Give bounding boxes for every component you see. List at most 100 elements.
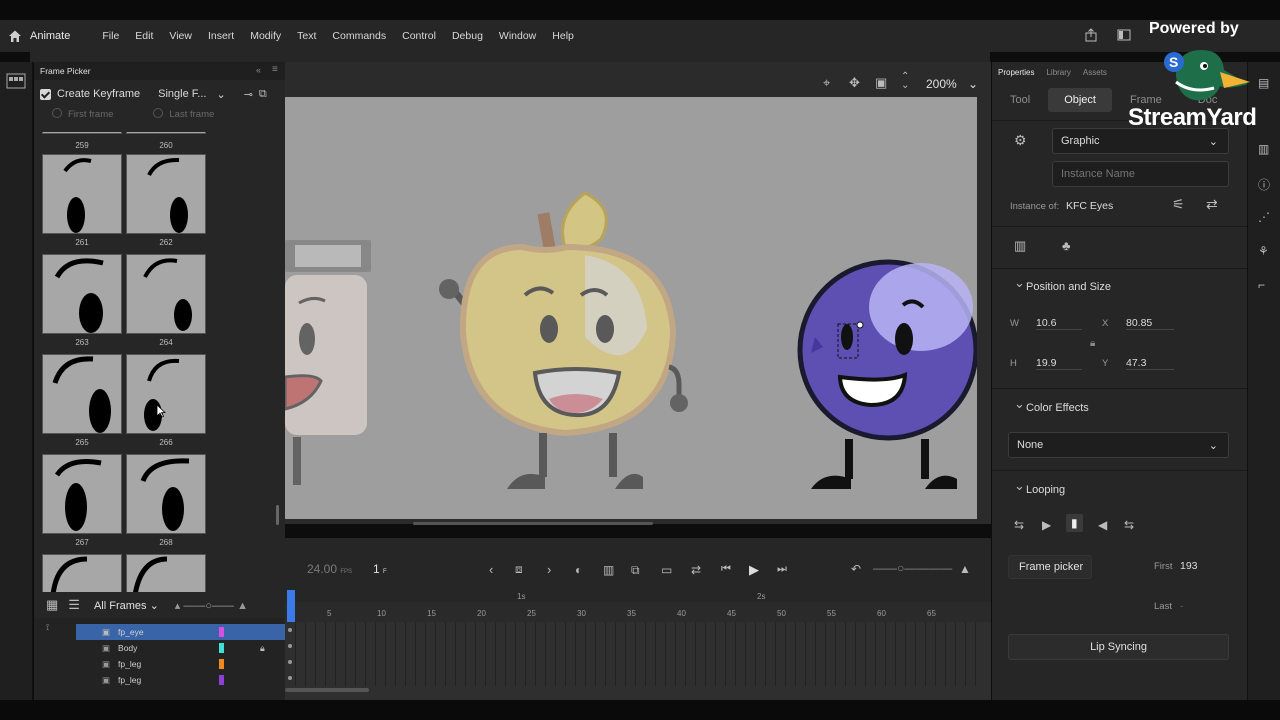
frame-thumbnail[interactable]	[126, 354, 206, 434]
panel-menu-icon[interactable]: ≡	[272, 64, 278, 75]
menu-control[interactable]: Control	[394, 30, 444, 42]
menu-text[interactable]: Text	[289, 30, 324, 42]
pin-icon[interactable]: ⊸	[244, 88, 253, 101]
mode-select[interactable]: Single F... ⌄	[158, 88, 226, 101]
color-effect-select[interactable]: None ⌄	[1008, 432, 1229, 458]
play-icon[interactable]: ▶	[749, 562, 759, 578]
frame-thumbnail[interactable]	[126, 154, 206, 234]
menu-modify[interactable]: Modify	[242, 30, 289, 42]
menu-window[interactable]: Window	[491, 30, 544, 42]
width-field[interactable]: 10.6	[1036, 317, 1082, 330]
layer-row[interactable]: ▣ fp_eye	[76, 624, 286, 640]
create-tween-icon[interactable]: ⧉	[631, 563, 640, 578]
timeline-tracks[interactable]	[285, 622, 991, 700]
x-field[interactable]: 80.85	[1126, 317, 1174, 330]
curve-editor-icon[interactable]: ⌐	[1258, 278, 1265, 292]
center-stage-icon[interactable]: ⌖	[823, 75, 830, 91]
stage-horizontal-scrollbar[interactable]	[413, 522, 653, 525]
layer-row[interactable]: ▣ fp_leg	[76, 672, 286, 688]
frame-picker-button[interactable]: Frame picker	[1008, 555, 1092, 579]
loop-icon[interactable]: ⇄	[691, 563, 701, 577]
home-icon[interactable]	[0, 29, 30, 43]
stage-canvas[interactable]	[283, 97, 979, 519]
frame-thumbnail[interactable]	[42, 554, 122, 592]
share-icon[interactable]	[1084, 28, 1098, 45]
layer-row[interactable]: ▣ Body 🔒︎	[76, 640, 286, 656]
list-view-icon[interactable]: ☰	[68, 597, 80, 613]
last-frame-field[interactable]: -	[1180, 601, 1183, 612]
frame-picker-panel-icon[interactable]	[6, 72, 26, 93]
lock-icon[interactable]: 🔒︎	[1090, 338, 1095, 349]
tab-library[interactable]: Library	[1046, 68, 1070, 77]
play-once-icon[interactable]: ▶︎	[1042, 518, 1051, 532]
frame-thumbnail[interactable]	[126, 454, 206, 534]
camera-icon[interactable]: ✥	[849, 75, 860, 91]
current-frame-display[interactable]: 1 F	[373, 562, 387, 576]
lock-icon[interactable]: 🔒︎	[260, 643, 265, 654]
create-keyframe-checkbox[interactable]	[40, 88, 51, 100]
collapse-icon[interactable]: «	[256, 65, 261, 75]
frame-thumbnail[interactable]	[126, 132, 206, 134]
copy-icon[interactable]: ⧉	[259, 88, 267, 101]
reverse-once-icon[interactable]: ◀︎	[1098, 518, 1107, 532]
looping-title[interactable]: Looping	[1014, 478, 1065, 496]
swap-icon[interactable]: ⇄	[1206, 196, 1218, 213]
step-forward-icon[interactable]: ⏭	[777, 563, 787, 576]
menu-edit[interactable]: Edit	[127, 30, 161, 42]
color-effects-title[interactable]: Color Effects	[1014, 396, 1089, 414]
layer-row[interactable]: ▣ fp_leg	[76, 656, 286, 672]
frame-thumbnail[interactable]	[42, 354, 122, 434]
insert-keyframe-icon[interactable]: ⧈	[515, 562, 523, 577]
frame-thumbnail[interactable]	[42, 154, 122, 234]
undo-icon[interactable]: ↶	[851, 562, 861, 576]
settings-sliders-icon[interactable]: ⚟	[1172, 196, 1185, 213]
chevron-left-icon[interactable]: ‹	[489, 562, 493, 577]
timeline-zoom-slider[interactable]: ——○————	[873, 561, 952, 575]
layer-color-swatch[interactable]	[219, 643, 224, 653]
frame-icon[interactable]: ▭	[661, 563, 672, 577]
loop-reverse-icon[interactable]: ⇆	[1124, 518, 1134, 532]
scrollbar[interactable]	[276, 505, 279, 525]
layer-color-swatch[interactable]	[219, 675, 224, 685]
y-field[interactable]: 47.3	[1126, 357, 1174, 370]
align-icon[interactable]: ▥	[1014, 238, 1026, 254]
tab-tool[interactable]: Tool	[992, 94, 1048, 106]
menu-commands[interactable]: Commands	[324, 30, 394, 42]
menu-file[interactable]: File	[94, 30, 127, 42]
info-icon[interactable]: ⓘ	[1258, 176, 1270, 193]
playhead[interactable]	[287, 590, 295, 622]
motion-presets-icon[interactable]: ⋰	[1258, 210, 1270, 224]
position-size-title[interactable]: Position and Size	[1014, 275, 1111, 293]
single-frame-icon[interactable]: ▮	[1066, 514, 1083, 532]
frame-thumbnail[interactable]	[42, 454, 122, 534]
menu-debug[interactable]: Debug	[444, 30, 491, 42]
stepper-icon[interactable]: ⌃ ⌄	[901, 72, 909, 91]
collapse-timeline-icon[interactable]: ▲	[959, 562, 971, 576]
clip-icon[interactable]: ▣	[875, 75, 887, 91]
instance-name-input[interactable]	[1052, 161, 1229, 187]
tab-object[interactable]: Object	[1048, 88, 1112, 112]
components-icon[interactable]: ⚘	[1258, 244, 1269, 258]
frame-thumbnail[interactable]	[126, 554, 206, 592]
frame-thumbnail[interactable]	[42, 132, 122, 134]
zoom-select[interactable]: 200% ⌄	[926, 77, 978, 91]
tab-properties[interactable]: Properties	[998, 68, 1034, 77]
frame-thumbnail[interactable]	[42, 254, 122, 334]
height-field[interactable]: 19.9	[1036, 357, 1082, 370]
first-frame-field[interactable]: 193	[1180, 560, 1198, 572]
layer-color-swatch[interactable]	[219, 659, 224, 669]
tab-assets[interactable]: Assets	[1083, 68, 1107, 77]
edit-multiple-frames-icon[interactable]: ▥	[603, 563, 614, 577]
effects-icon[interactable]: ♣	[1062, 238, 1071, 253]
onion-skin-icon[interactable]: ◐	[575, 563, 582, 577]
frame-filter-select[interactable]: All Frames ⌄	[94, 599, 159, 612]
last-frame-option[interactable]: Last frame	[153, 108, 214, 120]
chevron-right-icon[interactable]: ›	[547, 562, 551, 577]
menu-view[interactable]: View	[161, 30, 200, 42]
grid-view-icon[interactable]: ▦	[46, 597, 58, 613]
lip-syncing-button[interactable]: Lip Syncing	[1008, 634, 1229, 660]
zoom-slider[interactable]: ▴ ——○—— ▲	[175, 599, 248, 612]
loop-icon[interactable]: ⇆	[1014, 518, 1024, 532]
fps-display[interactable]: 24.00 FPS	[307, 562, 352, 576]
step-back-icon[interactable]: ⏮	[721, 563, 731, 576]
